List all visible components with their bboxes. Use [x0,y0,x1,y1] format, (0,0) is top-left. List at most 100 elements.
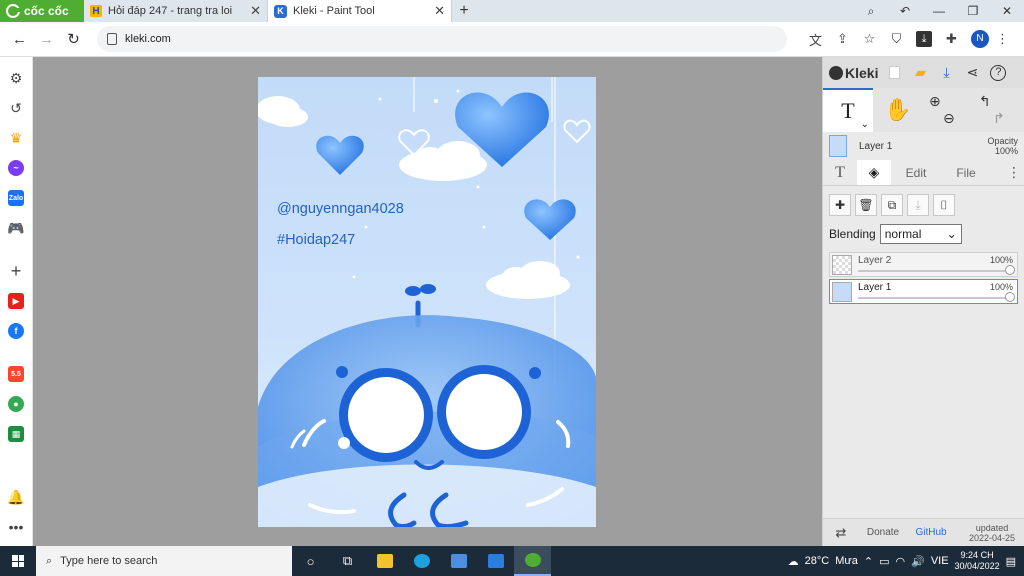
layer-opacity-slider[interactable] [858,297,1011,299]
more-options-icon[interactable]: ••• [6,517,26,537]
layer-opacity-slider-handle[interactable] [1005,292,1015,302]
profile-avatar[interactable]: N [971,30,989,48]
network-icon[interactable]: ◠ [896,555,906,568]
help-icon[interactable]: ? [988,63,1008,83]
swap-side-icon[interactable]: ⇄ [823,525,859,541]
browser-sidebar: ⚙ ↺ ♛ ~ Zalo 🎮 + ▶ f 5.5 ● ▦ 🔔 ••• [0,57,33,546]
notifications-icon[interactable]: ▤ [1006,555,1016,568]
tab-kleki[interactable]: K Kleki - Paint Tool ✕ [268,0,452,22]
gamepad-icon[interactable]: 🎮 [6,218,26,238]
tool-dropdown-chevron-icon[interactable]: ⌄ [861,119,869,130]
add-sidebar-item-icon[interactable]: + [6,261,26,281]
edge-icon[interactable] [403,546,440,576]
extensions-icon[interactable]: ✚ [938,31,965,47]
layer-opacity-slider[interactable] [858,270,1011,272]
layer-opacity-slider-handle[interactable] [1005,265,1015,275]
store-icon[interactable] [440,546,477,576]
blending-select[interactable]: normal ⌄ [879,224,962,244]
file-explorer-icon[interactable] [366,546,403,576]
weather-desc[interactable]: Mưa [835,555,858,567]
layer-row-layer-2[interactable]: Layer 2 100% [829,252,1018,277]
rename-layer-button[interactable]: ⌷ [933,194,955,216]
new-tab-button[interactable]: + [452,0,476,22]
reload-button[interactable]: ↻ [60,30,87,48]
share-icon[interactable]: ⋖ [962,63,982,83]
share-icon[interactable]: ⇪ [829,31,856,47]
history-icon[interactable]: ↺ [6,98,26,118]
canvas-text-username: @nguyenngan4028 [277,201,404,217]
tab-hoidap247[interactable]: H Hỏi đáp 247 - trang tra loi ✕ [84,0,268,22]
back-history-icon[interactable]: ↶ [888,4,922,18]
crown-icon[interactable]: ♛ [6,128,26,148]
tab-tool-settings[interactable]: T [823,160,857,185]
github-link[interactable]: GitHub [907,527,955,538]
forward-button[interactable]: → [33,31,60,48]
zoom-in-icon[interactable]: ⊕ [929,93,973,110]
tab-edit[interactable]: Edit [891,160,941,185]
volume-icon[interactable]: 🔊 [911,555,925,568]
weather-cloud-icon[interactable]: ☁ [788,555,799,568]
more-menu-icon[interactable]: ⋮ [1004,160,1024,185]
open-folder-icon[interactable]: ▰ [910,63,930,83]
zoom-out-icon[interactable]: ⊖ [943,110,973,127]
back-button[interactable]: ← [6,31,33,48]
battery-icon[interactable]: ▭ [879,555,889,568]
maps-icon[interactable]: ● [6,394,26,414]
shield-icon[interactable]: ⛉ [883,31,910,47]
translate-icon[interactable]: 文 [802,30,829,49]
layer-name: Layer 2 [858,255,892,266]
drawing-canvas[interactable]: @nguyenngan4028 #Hoidap247 [258,77,596,527]
undo-icon[interactable]: ↰ [979,93,1023,110]
notification-bell-icon[interactable]: 🔔 [6,487,26,507]
tab-layers[interactable]: ◈ [857,160,891,185]
canvas-artwork [258,77,596,527]
start-button[interactable] [0,555,36,567]
zalo-icon[interactable]: Zalo [6,188,26,208]
cortana-icon[interactable]: ○ [292,546,329,576]
text-tool-button[interactable]: T ⌄ [823,88,873,132]
save-download-icon[interactable]: ⤓ [936,63,956,83]
tab-file[interactable]: File [941,160,991,185]
kleki-workspace[interactable]: @nguyenngan4028 #Hoidap247 [33,57,822,546]
new-image-icon[interactable] [884,63,904,83]
bookmark-star-icon[interactable]: ☆ [856,31,883,47]
sheets-icon[interactable]: ▦ [6,424,26,444]
undo-redo-controls: ↰ ↱ [973,88,1023,132]
tab-close-icon[interactable]: ✕ [434,3,445,19]
browser-menu-icon[interactable]: ⋮ [989,31,1016,47]
youtube-icon[interactable]: ▶ [6,291,26,311]
coccoc-menu-button[interactable]: cốc cốc [0,0,84,22]
add-layer-button[interactable]: ✚ [829,194,851,216]
kleki-logo[interactable]: Kleki [829,65,878,81]
url-field[interactable]: kleki.com [97,26,787,52]
donate-link[interactable]: Donate [859,527,907,538]
taskbar-search-box[interactable]: ⌕ Type here to search [36,546,292,576]
merge-layer-button[interactable]: ⤓ [907,194,929,216]
restore-button[interactable]: ❐ [956,4,990,18]
settings-gear-icon[interactable]: ⚙ [6,68,26,88]
weather-temp[interactable]: 28°C [805,555,830,567]
opacity-value: 100% [994,146,1018,156]
messenger-icon[interactable]: ~ [6,158,26,178]
minimize-button[interactable]: — [922,4,956,18]
hand-tool-button[interactable]: ✋ [873,88,923,132]
coccoc-taskbar-icon[interactable] [514,546,551,576]
language-indicator[interactable]: VIE [931,555,949,567]
duplicate-layer-button[interactable]: ⧉ [881,194,903,216]
tab-strip: cốc cốc H Hỏi đáp 247 - trang tra loi ✕ … [0,0,1024,22]
facebook-icon[interactable]: f [6,321,26,341]
download-icon[interactable]: ⤓ [916,31,932,47]
redo-icon[interactable]: ↱ [993,110,1023,127]
shopee-icon[interactable]: 5.5 [6,364,26,384]
tab-close-icon[interactable]: ✕ [250,3,261,19]
layer-row-layer-1[interactable]: Layer 1 100% [829,279,1018,304]
delete-layer-button[interactable]: 🗑 [855,194,877,216]
clock-time: 9:24 CH [960,550,994,560]
current-layer-preview[interactable]: Layer 1 Opacity 100% [823,132,1024,160]
mail-icon[interactable] [477,546,514,576]
tray-chevron-icon[interactable]: ⌃ [864,555,873,568]
tab-search-icon[interactable]: ⌕ [854,4,888,19]
close-window-button[interactable]: ✕ [990,4,1024,18]
task-view-icon[interactable]: ⧉ [329,546,366,576]
clock[interactable]: 9:24 CH 30/04/2022 [955,550,1000,572]
